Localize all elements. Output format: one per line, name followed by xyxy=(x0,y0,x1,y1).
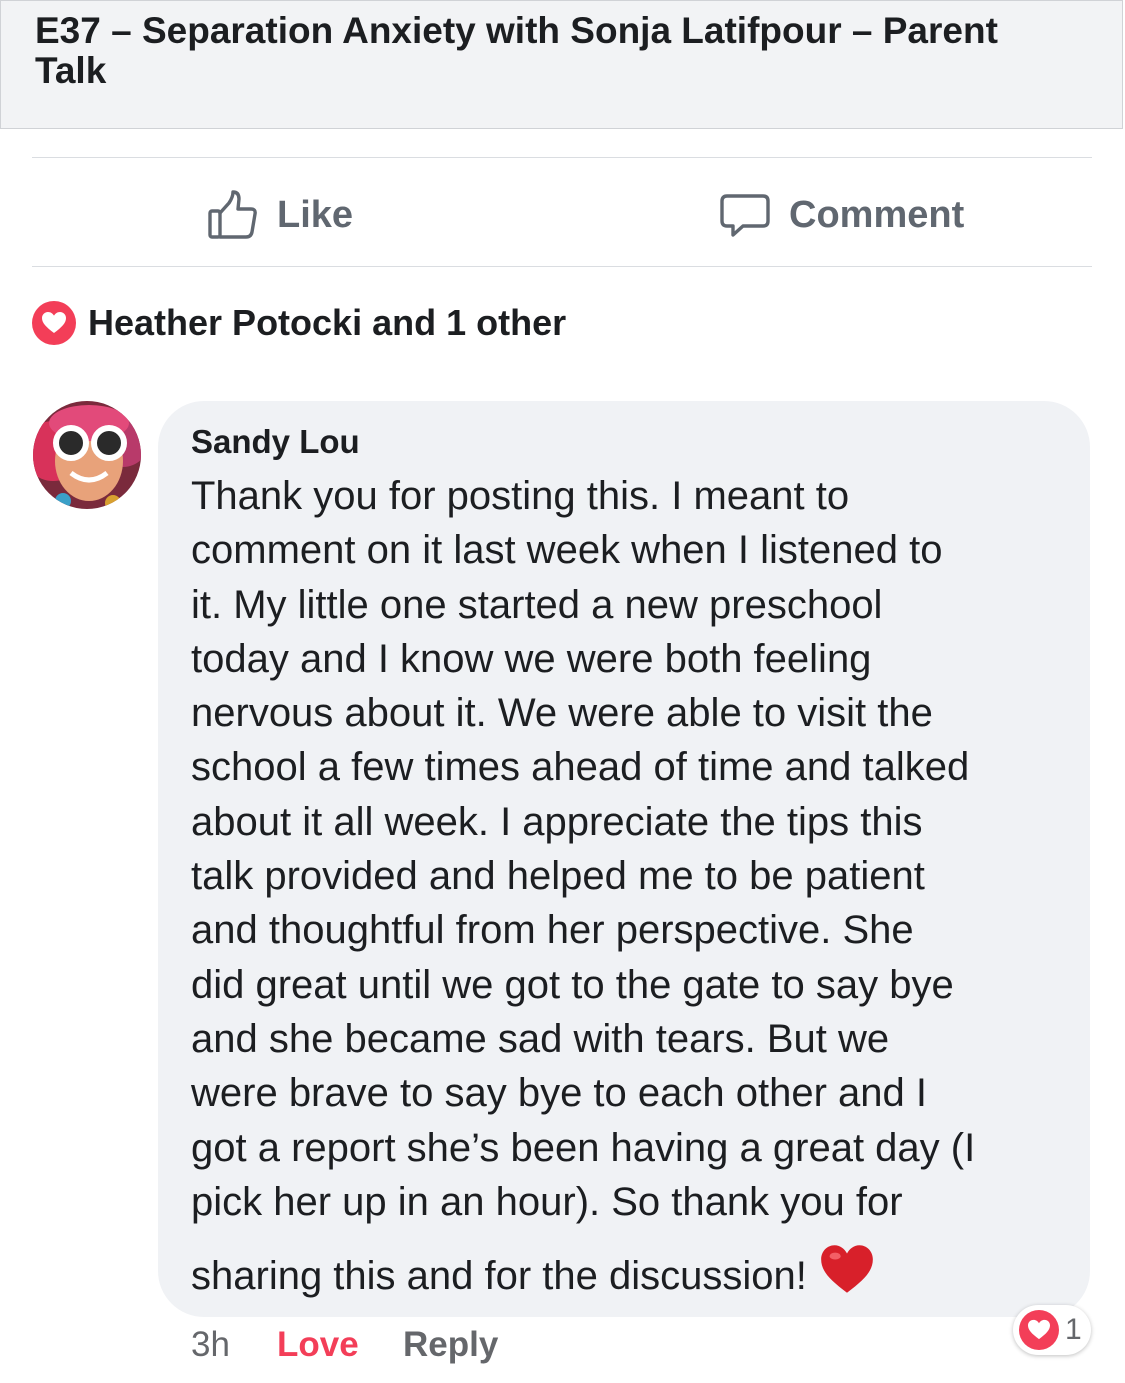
comment-bubble-icon xyxy=(719,189,771,241)
reply-button[interactable]: Reply xyxy=(403,1322,498,1368)
reaction-count: 1 xyxy=(1065,1313,1082,1346)
thumbs-up-icon xyxy=(207,189,259,241)
comment-last-line: sharing this and for the discussion! xyxy=(191,1243,1071,1309)
comment-line: nervous about it. We were able to visit … xyxy=(191,691,933,736)
comment-line: comment on it last week when I listened … xyxy=(191,528,943,573)
heart-reaction-icon xyxy=(32,301,76,345)
divider-top xyxy=(32,157,1092,158)
comment-line: pick her up in an hour). So thank you fo… xyxy=(191,1179,903,1224)
comment-author[interactable]: Sandy Lou xyxy=(191,423,360,461)
comment-reaction-pill[interactable]: 1 xyxy=(1013,1305,1091,1355)
comment-line: Thank you for posting this. I meant to xyxy=(191,474,850,518)
comment-bubble[interactable]: Sandy Lou Thank you for posting this. I … xyxy=(158,401,1090,1317)
avatar[interactable] xyxy=(33,401,141,509)
link-preview-title[interactable]: E37 – Separation Anxiety with Sonja Lati… xyxy=(35,11,1075,91)
divider-bottom xyxy=(32,266,1092,267)
comment-line: were brave to say bye to each other and … xyxy=(191,1071,927,1116)
red-heart-emoji xyxy=(807,1243,875,1309)
comment-line: it. My little one started a new preschoo… xyxy=(191,582,883,627)
comment-label: Comment xyxy=(789,193,965,236)
like-button[interactable]: Like xyxy=(207,186,353,244)
comment-text: Thank you for posting this. I meant to c… xyxy=(191,469,1071,1309)
like-label: Like xyxy=(277,193,354,236)
comment-line: about it all week. I appreciate the tips… xyxy=(191,799,923,844)
comment-timestamp[interactable]: 3h xyxy=(191,1322,230,1368)
comment-line: got a report she’s been having a great d… xyxy=(191,1125,976,1170)
link-preview-card[interactable]: E37 – Separation Anxiety with Sonja Lati… xyxy=(0,0,1123,129)
reactions-summary[interactable]: Heather Potocki and 1 other xyxy=(32,298,566,348)
comment-line: and she became sad with tears. But we xyxy=(191,1016,890,1061)
comment-line: today and I know we were both feeling xyxy=(191,636,872,681)
comment-line: school a few times ahead of time and tal… xyxy=(191,745,970,790)
comment-button[interactable]: Comment xyxy=(719,186,964,244)
comment-line: sharing this and for the discussion! xyxy=(191,1254,807,1299)
comment-line: and thoughtful from her perspective. She xyxy=(191,908,914,953)
comment-line: talk provided and helped me to be patien… xyxy=(191,854,925,899)
comment-line: did great until we got to the gate to sa… xyxy=(191,962,954,1007)
reactions-summary-text: Heather Potocki and 1 other xyxy=(88,302,567,343)
heart-reaction-icon xyxy=(1019,1310,1059,1350)
love-button[interactable]: Love xyxy=(277,1322,359,1368)
